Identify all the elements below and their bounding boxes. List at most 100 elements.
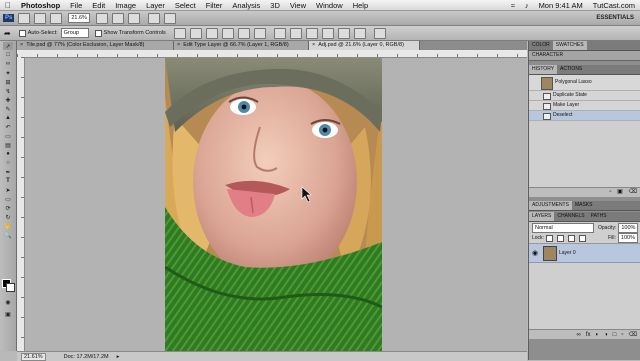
lasso-tool-icon[interactable]: ∞ xyxy=(3,60,13,68)
tab-swatches[interactable]: Swatches xyxy=(552,41,587,50)
eraser-tool-icon[interactable]: ▭ xyxy=(3,132,13,140)
new-group-icon[interactable]: □ xyxy=(613,332,617,338)
history-step[interactable]: Duplicate State xyxy=(529,91,640,101)
distribute-top-icon[interactable] xyxy=(273,27,286,39)
hand-tool-icon[interactable]: ✋ xyxy=(3,222,13,230)
workspace-switcher[interactable]: ESSENTIALS xyxy=(596,15,634,21)
move-tool-icon[interactable]: ➚ xyxy=(3,42,13,50)
eye-icon[interactable]: ◉ xyxy=(532,249,538,257)
align-right-icon[interactable] xyxy=(253,27,266,39)
background-color-swatch[interactable] xyxy=(6,283,15,292)
tab-masks[interactable]: Masks xyxy=(572,201,596,210)
app-menu[interactable]: Photoshop xyxy=(16,1,65,10)
auto-align-icon[interactable] xyxy=(373,27,386,39)
screen-mode-tool-icon[interactable]: ▣ xyxy=(3,310,13,318)
menu-help[interactable]: Help xyxy=(348,1,373,10)
new-layer-icon[interactable]: ▫ xyxy=(621,332,623,338)
menu-3d[interactable]: 3D xyxy=(265,1,285,10)
zoom-tool-icon[interactable] xyxy=(111,12,124,24)
tab-color[interactable]: Color xyxy=(529,41,553,50)
3d-orbit-tool-icon[interactable]: ↻ xyxy=(3,213,13,221)
wifi-icon[interactable]: ≈ xyxy=(506,1,520,10)
distribute-left-icon[interactable] xyxy=(321,27,334,39)
menu-layer[interactable]: Layer xyxy=(141,1,170,10)
rotate-view-icon[interactable] xyxy=(127,12,140,24)
history-step-current[interactable]: Deselect xyxy=(529,111,640,121)
menu-image[interactable]: Image xyxy=(110,1,141,10)
tab-channels[interactable]: Channels xyxy=(554,212,587,221)
tab-layers[interactable]: Layers xyxy=(529,212,555,221)
auto-select-checkbox[interactable] xyxy=(18,29,26,37)
lock-pixels-icon[interactable] xyxy=(556,234,564,242)
menu-file[interactable]: File xyxy=(65,1,87,10)
history-brush-tool-icon[interactable]: ↶ xyxy=(3,123,13,131)
tab-history[interactable]: History xyxy=(529,65,558,74)
quick-mask-icon[interactable]: ◉ xyxy=(3,298,13,306)
lock-transparency-icon[interactable] xyxy=(545,234,553,242)
close-icon[interactable]: × xyxy=(312,42,315,48)
opacity-field[interactable]: 100% xyxy=(618,222,639,233)
character-panel-tab[interactable]: Character xyxy=(529,51,640,61)
lock-position-icon[interactable] xyxy=(567,234,575,242)
shape-tool-icon[interactable]: ▭ xyxy=(3,195,13,203)
volume-icon[interactable]: ♪ xyxy=(520,1,534,10)
apple-icon[interactable]:  xyxy=(0,1,16,10)
tab-document-2[interactable]: × Edit Type Layer @ 66.7% (Layer 1, RGB/8… xyxy=(174,41,309,50)
screen-mode-icon[interactable] xyxy=(163,12,176,24)
tab-actions[interactable]: Actions xyxy=(557,65,585,74)
tab-adjustments[interactable]: Adjustments xyxy=(529,201,572,210)
auto-select-dropdown[interactable]: Group xyxy=(60,28,89,38)
align-left-icon[interactable] xyxy=(221,27,234,39)
layer-row[interactable]: ◉ Layer 0 xyxy=(529,244,640,263)
move-tool-preset-icon[interactable]: ➦ xyxy=(4,29,11,38)
arrange-documents-icon[interactable] xyxy=(147,12,160,24)
marquee-tool-icon[interactable]: □ xyxy=(3,51,13,59)
3d-rotate-tool-icon[interactable]: ⟳ xyxy=(3,204,13,212)
zoom-level-dropdown[interactable]: 21.6% xyxy=(68,13,90,23)
zoom-tool-icon[interactable]: 🔍 xyxy=(3,231,13,239)
tab-document-3[interactable]: × Adj.psd @ 21.6% (Layer 0, RGB/8) xyxy=(309,41,420,50)
show-transform-checkbox[interactable] xyxy=(94,29,102,37)
path-selection-tool-icon[interactable]: ➤ xyxy=(3,186,13,194)
menu-analysis[interactable]: Analysis xyxy=(227,1,265,10)
menu-view[interactable]: View xyxy=(285,1,311,10)
clone-stamp-tool-icon[interactable]: ▲ xyxy=(3,114,13,122)
trash-icon[interactable]: ⌫ xyxy=(629,189,637,195)
adjustment-layer-icon[interactable]: ◑ xyxy=(604,332,608,338)
close-icon[interactable]: × xyxy=(20,42,23,48)
status-zoom[interactable]: 21.61% xyxy=(21,352,46,361)
healing-brush-tool-icon[interactable]: ✚ xyxy=(3,96,13,104)
add-mask-icon[interactable]: ◐ xyxy=(596,332,600,338)
new-document-icon[interactable]: ▫ xyxy=(609,189,611,195)
brush-tool-icon[interactable]: ✎ xyxy=(3,105,13,113)
menu-window[interactable]: Window xyxy=(311,1,348,10)
crop-tool-icon[interactable]: ⊞ xyxy=(3,78,13,86)
menu-filter[interactable]: Filter xyxy=(201,1,228,10)
mini-bridge-icon[interactable] xyxy=(34,12,47,24)
document-photo[interactable] xyxy=(165,57,382,351)
history-step[interactable]: Make Layer xyxy=(529,101,640,111)
quick-select-tool-icon[interactable]: ✦ xyxy=(3,69,13,77)
distribute-bottom-icon[interactable] xyxy=(305,27,318,39)
close-icon[interactable]: × xyxy=(177,42,180,48)
trash-icon[interactable]: ⌫ xyxy=(629,331,637,338)
menu-edit[interactable]: Edit xyxy=(87,1,110,10)
hand-tool-icon[interactable] xyxy=(95,12,108,24)
history-snapshot[interactable]: Polygonal Lasso xyxy=(529,75,640,91)
menu-select[interactable]: Select xyxy=(170,1,201,10)
vertical-ruler[interactable] xyxy=(17,57,25,351)
bridge-icon[interactable] xyxy=(18,12,31,24)
clock[interactable]: Mon 9:41 AM xyxy=(534,1,588,10)
dodge-tool-icon[interactable]: ○ xyxy=(3,159,13,167)
extras-icon[interactable] xyxy=(50,12,63,24)
new-snapshot-icon[interactable]: ▣ xyxy=(617,189,623,195)
blend-mode-dropdown[interactable]: Normal xyxy=(532,222,594,233)
layer-style-icon[interactable]: fx xyxy=(586,332,591,338)
eyedropper-tool-icon[interactable]: ↯ xyxy=(3,87,13,95)
gradient-tool-icon[interactable]: ▤ xyxy=(3,141,13,149)
tab-document-1[interactable]: × Tile.psd @ 77% (Color Exclusion, Layer … xyxy=(17,41,174,50)
align-middle-icon[interactable] xyxy=(189,27,202,39)
fill-field[interactable]: 100% xyxy=(617,233,638,243)
distribute-right-icon[interactable] xyxy=(353,27,366,39)
type-tool-icon[interactable]: T xyxy=(3,177,13,185)
